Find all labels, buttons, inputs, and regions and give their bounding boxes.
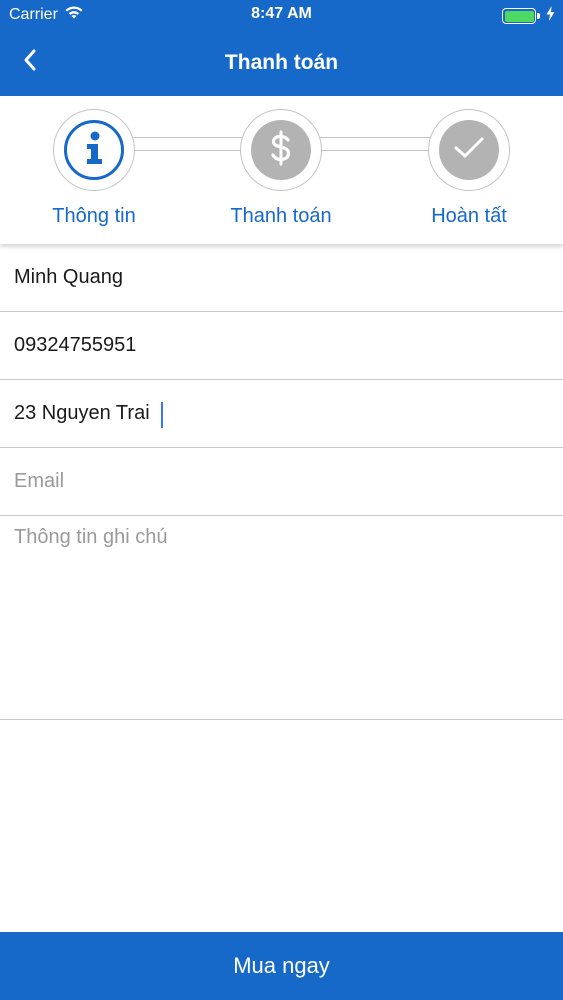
address-input[interactable] bbox=[14, 380, 549, 447]
status-right bbox=[502, 6, 555, 26]
status-time: 8:47 AM bbox=[251, 5, 312, 22]
charging-bolt-icon bbox=[546, 6, 555, 26]
step-payment-label: Thanh toán bbox=[230, 205, 332, 227]
step-payment-badge bbox=[251, 120, 311, 180]
checkout-stepper: Thông tin Thanh toán Hoàn tất bbox=[0, 96, 563, 244]
dollar-icon bbox=[268, 130, 294, 171]
checkmark-icon bbox=[453, 135, 485, 166]
page-title: Thanh toán bbox=[224, 51, 339, 74]
name-input[interactable] bbox=[14, 244, 549, 311]
step-info[interactable] bbox=[53, 109, 135, 191]
phone-input[interactable] bbox=[14, 312, 549, 379]
name-field-row bbox=[0, 244, 563, 312]
header: Carrier 8:47 AM Thanh toán bbox=[0, 0, 563, 96]
address-field-row bbox=[0, 380, 563, 448]
info-icon bbox=[81, 131, 107, 170]
buy-now-button[interactable]: Mua ngay bbox=[0, 932, 563, 1000]
text-cursor bbox=[161, 402, 163, 428]
battery-level bbox=[504, 10, 534, 22]
battery-icon bbox=[502, 8, 540, 24]
step-info-label: Thông tin bbox=[52, 205, 136, 227]
email-field-row bbox=[0, 448, 563, 516]
notes-field-row bbox=[0, 516, 563, 720]
step-complete[interactable] bbox=[428, 109, 510, 191]
email-input[interactable] bbox=[14, 448, 549, 515]
step-info-badge bbox=[64, 120, 124, 180]
status-bar: Carrier 8:47 AM bbox=[0, 0, 563, 30]
nav-bar: Thanh toán bbox=[0, 30, 563, 96]
step-payment[interactable] bbox=[240, 109, 322, 191]
phone-field-row bbox=[0, 312, 563, 380]
step-complete-label: Hoàn tất bbox=[431, 205, 507, 227]
checkout-screen: Carrier 8:47 AM Thanh toán Thông tin Tha… bbox=[0, 0, 563, 1000]
step-connector-1 bbox=[132, 137, 246, 151]
step-connector-2 bbox=[318, 137, 432, 151]
notes-textarea[interactable] bbox=[14, 526, 549, 716]
step-complete-badge bbox=[439, 120, 499, 180]
